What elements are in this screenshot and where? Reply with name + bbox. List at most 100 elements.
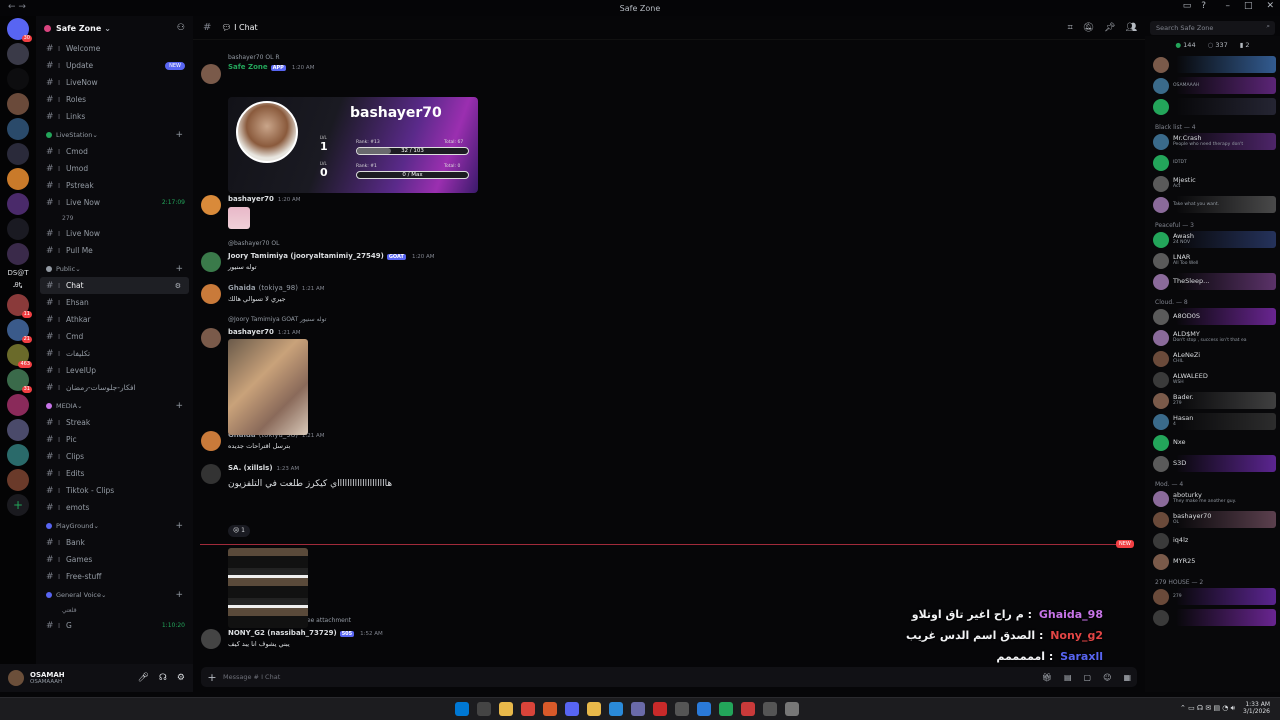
- taskbar-app-icon[interactable]: [719, 702, 733, 716]
- search-input[interactable]: Search Safe Zone ⌕: [1150, 21, 1275, 35]
- member-list-icon[interactable]: 👥︎: [1126, 23, 1137, 33]
- clock[interactable]: 1:33 AM 3/1/2026: [1243, 701, 1270, 715]
- category-header[interactable]: General Voice ⌄ +: [36, 587, 193, 603]
- channel-تكليفات[interactable]: # I تكليفات: [36, 345, 193, 362]
- close-button[interactable]: ✕: [1266, 1, 1274, 11]
- add-channel-icon[interactable]: +: [175, 130, 183, 140]
- tray-icons[interactable]: ⌃ ▭ ☊ ✉ ▤ ◔ 🔊︎: [1180, 704, 1235, 713]
- channel-cmd[interactable]: # I Cmd: [36, 328, 193, 345]
- taskbar-app-icon[interactable]: [631, 702, 645, 716]
- member-item[interactable]: Awash 24 NOV: [1145, 229, 1280, 250]
- server-icon[interactable]: 463: [7, 344, 32, 368]
- taskbar-app-icon[interactable]: [499, 702, 513, 716]
- taskbar-app-icon[interactable]: [741, 702, 755, 716]
- taskbar-app-icon[interactable]: [653, 702, 667, 716]
- settings-gear-icon[interactable]: ⚙: [177, 673, 185, 683]
- server-icon[interactable]: [7, 93, 29, 115]
- message-avatar[interactable]: [201, 64, 221, 84]
- taskbar-app-icon[interactable]: [785, 702, 799, 716]
- server-icon[interactable]: [7, 68, 29, 90]
- member-item[interactable]: iq4lz: [1145, 530, 1280, 551]
- member-item[interactable]: ALD$MY Don't stop , success isn't that ea: [1145, 327, 1280, 348]
- message-avatar[interactable]: [201, 464, 221, 484]
- taskbar-app-icon[interactable]: [477, 702, 491, 716]
- server-icon[interactable]: 11: [7, 294, 32, 318]
- channel-links[interactable]: # I Links: [36, 108, 193, 125]
- channel-levelup[interactable]: # I LevelUp: [36, 362, 193, 379]
- member-item[interactable]: [1145, 96, 1280, 117]
- server-icon[interactable]: [7, 394, 29, 416]
- server-icon[interactable]: [7, 218, 29, 240]
- channel-athkar[interactable]: # I Athkar: [36, 311, 193, 328]
- member-item[interactable]: 279: [1145, 586, 1280, 607]
- channel-umod[interactable]: # I Umod: [36, 160, 193, 177]
- member-item[interactable]: S3D: [1145, 453, 1280, 474]
- channel-settings-icon[interactable]: ⚙: [175, 282, 181, 290]
- member-item[interactable]: Take what you want.: [1145, 194, 1280, 215]
- message-author[interactable]: bashayer70 1:20 AM: [228, 195, 301, 203]
- member-item[interactable]: ALWALEED WSH: [1145, 369, 1280, 390]
- message-avatar[interactable]: [201, 195, 221, 215]
- channel-bank[interactable]: # I Bank: [36, 534, 193, 551]
- server-icon[interactable]: [7, 118, 29, 140]
- server-icon[interactable]: [7, 43, 29, 65]
- channel-edits[interactable]: # I Edits: [36, 465, 193, 482]
- server-text-icon[interactable]: ᎯᎿ: [0, 281, 36, 290]
- channel-emots[interactable]: # Iemots: [36, 499, 193, 516]
- threads-icon[interactable]: ⌗: [1068, 23, 1073, 33]
- server-icon[interactable]: 21: [7, 319, 32, 343]
- member-item[interactable]: ALeNeZi CHIL: [1145, 348, 1280, 369]
- add-channel-icon[interactable]: +: [175, 264, 183, 274]
- message-image[interactable]: [228, 548, 308, 628]
- mute-icon[interactable]: 🔕︎: [1083, 23, 1094, 33]
- help-icon[interactable]: ?: [1201, 1, 1206, 11]
- invite-icon[interactable]: ⚇: [177, 23, 185, 33]
- member-item[interactable]: TheSleep...: [1145, 271, 1280, 292]
- sticker-icon[interactable]: ▢: [1084, 673, 1092, 682]
- member-item[interactable]: aboturky They make me another guy.: [1145, 488, 1280, 509]
- taskbar-app-icon[interactable]: [697, 702, 711, 716]
- member-item[interactable]: A8OD0S: [1145, 306, 1280, 327]
- message-author[interactable]: NONY_G2 (nassibah_73729) 505 1:52 AM: [228, 629, 383, 637]
- channel-roles[interactable]: # I Roles: [36, 91, 193, 108]
- category-header[interactable]: Public ⌄ +: [36, 261, 193, 277]
- channel-pull-me[interactable]: # I Pull Me: [36, 242, 193, 259]
- member-item[interactable]: IDTDT: [1145, 152, 1280, 173]
- channel-g[interactable]: # I G 1:10:20: [36, 617, 193, 634]
- inbox-icon[interactable]: ▭: [1183, 1, 1192, 11]
- member-item[interactable]: Bader. 279: [1145, 390, 1280, 411]
- server-icon[interactable]: [7, 193, 29, 215]
- message-avatar[interactable]: [201, 284, 221, 304]
- message-author[interactable]: SA. (xillsls) 1:23 AM: [228, 464, 299, 472]
- reaction[interactable]: 😢 1: [228, 525, 250, 537]
- add-channel-icon[interactable]: +: [175, 401, 183, 411]
- category-header[interactable]: MEDIA ⌄ +: [36, 398, 193, 414]
- server-icon[interactable]: [7, 444, 29, 466]
- taskbar-app-icon[interactable]: [763, 702, 777, 716]
- taskbar-app-icon[interactable]: [675, 702, 689, 716]
- emoji-icon[interactable]: ☺: [1103, 673, 1111, 682]
- channel-chat[interactable]: # I Chat ⚙: [40, 277, 189, 294]
- member-item[interactable]: bashayer70 OL: [1145, 509, 1280, 530]
- member-item[interactable]: OSAMAAAH: [1145, 75, 1280, 96]
- server-icon[interactable]: [7, 243, 29, 265]
- reply-preview[interactable]: @bashayer70 OL: [228, 240, 279, 247]
- gift-icon[interactable]: 🎁︎: [1042, 673, 1052, 682]
- message-input[interactable]: + Message # I Chat 🎁︎ ▤ ▢ ☺ ▦: [201, 667, 1137, 687]
- maximize-button[interactable]: □: [1244, 1, 1253, 11]
- channel-live-now[interactable]: # I Live Now 2:17:09: [36, 194, 193, 211]
- channel-clips[interactable]: # I Clips: [36, 448, 193, 465]
- message-image[interactable]: [228, 207, 250, 229]
- add-channel-icon[interactable]: +: [175, 590, 183, 600]
- channel-free-stuff[interactable]: # I Free-stuff: [36, 568, 193, 585]
- category-header[interactable]: LiveStation ⌄ +: [36, 127, 193, 143]
- message-author[interactable]: Ghaida (tokiya_98) 1:21 AM: [228, 284, 325, 292]
- level-card[interactable]: bashayer70 LVL 1 LVL 0 Rank: #13 Total: 67 Rank…: [228, 97, 478, 193]
- message-author[interactable]: Safe Zone APP 1:20 AM: [228, 63, 314, 71]
- channel-pstreak[interactable]: # I Pstreak: [36, 177, 193, 194]
- channel-pic[interactable]: # I Pic: [36, 431, 193, 448]
- channel-live-now[interactable]: # I Live Now: [36, 225, 193, 242]
- message-avatar[interactable]: [201, 252, 221, 272]
- add-channel-icon[interactable]: +: [175, 521, 183, 531]
- member-item[interactable]: [1145, 607, 1280, 628]
